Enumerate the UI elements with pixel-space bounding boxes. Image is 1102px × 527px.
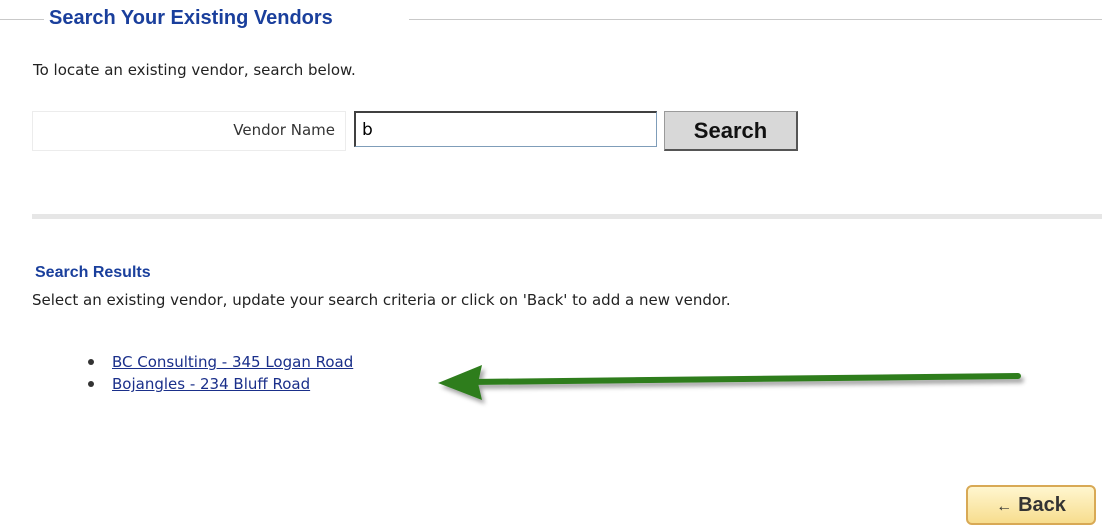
vendor-name-input[interactable] (354, 111, 657, 147)
back-button[interactable]: ← Back (966, 485, 1096, 525)
arrow-left-icon (438, 365, 1021, 400)
section-title: Search Your Existing Vendors (49, 7, 333, 29)
fieldset-border-left (0, 19, 44, 20)
vendor-name-label: Vendor Name (233, 121, 335, 139)
vendor-name-label-cell: Vendor Name (32, 111, 346, 151)
vendor-result-link[interactable]: Bojangles - 234 Bluff Road (112, 375, 310, 393)
section-divider (32, 214, 1102, 219)
results-title: Search Results (35, 264, 151, 281)
results-list: BC Consulting - 345 Logan Road Bojangles… (88, 351, 353, 395)
list-item: Bojangles - 234 Bluff Road (88, 373, 353, 395)
section-intro: To locate an existing vendor, search bel… (33, 61, 356, 79)
results-description: Select an existing vendor, update your s… (32, 291, 731, 309)
vendor-result-link[interactable]: BC Consulting - 345 Logan Road (112, 353, 353, 371)
bullet-icon (88, 381, 94, 387)
list-item: BC Consulting - 345 Logan Road (88, 351, 353, 373)
fieldset-border-right (409, 19, 1102, 20)
arrow-left-icon: ← (996, 497, 1013, 515)
back-button-label: Back (1018, 493, 1066, 516)
bullet-icon (88, 359, 94, 365)
vendor-search-page: Search Your Existing Vendors To locate a… (0, 0, 1102, 527)
search-button[interactable]: Search (664, 111, 798, 151)
